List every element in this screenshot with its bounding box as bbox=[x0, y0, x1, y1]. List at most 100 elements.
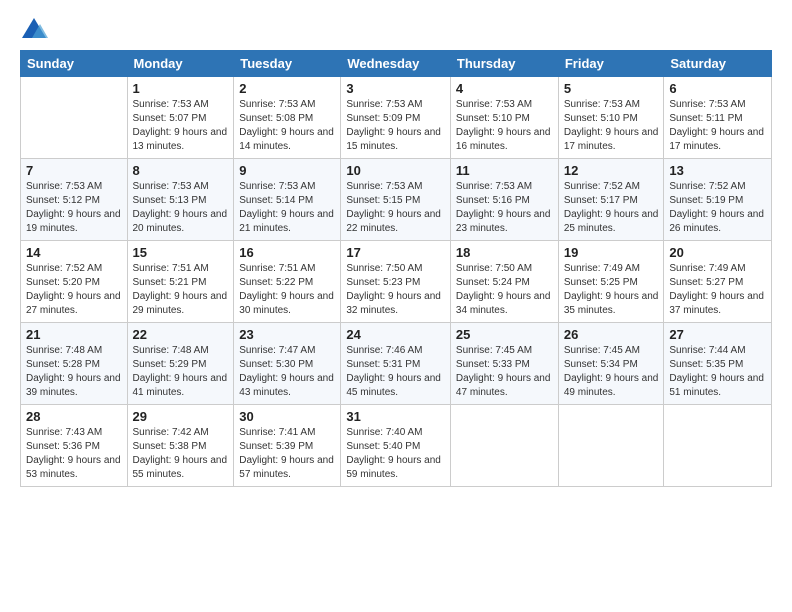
week-row-4: 28 Sunrise: 7:43 AMSunset: 5:36 PMDayligh… bbox=[21, 405, 772, 487]
day-number: 24 bbox=[346, 327, 445, 342]
day-info: Sunrise: 7:46 AMSunset: 5:31 PMDaylight:… bbox=[346, 344, 445, 400]
header-cell-sunday: Sunday bbox=[21, 51, 128, 77]
day-info: Sunrise: 7:43 AMSunset: 5:36 PMDaylight:… bbox=[26, 426, 122, 482]
day-number: 17 bbox=[346, 245, 445, 260]
day-cell: 10Sunrise: 7:53 AMSunset: 5:15 PMDayligh… bbox=[341, 159, 451, 241]
day-number: 25 bbox=[456, 327, 553, 342]
day-number: 28 bbox=[26, 409, 122, 424]
day-cell: 17Sunrise: 7:50 AMSunset: 5:23 PMDayligh… bbox=[341, 241, 451, 323]
day-cell: 20 Sunrise: 7:49 AMSunset: 5:27 PMDayligh… bbox=[664, 241, 772, 323]
day-cell bbox=[21, 77, 128, 159]
day-cell: 16 Sunrise: 7:51 AMSunset: 5:22 PMDayligh… bbox=[234, 241, 341, 323]
header-cell-tuesday: Tuesday bbox=[234, 51, 341, 77]
day-info: Sunrise: 7:53 AMSunset: 5:09 PMDaylight:… bbox=[346, 98, 445, 154]
day-cell: 8 Sunrise: 7:53 AMSunset: 5:13 PMDaylight… bbox=[127, 159, 234, 241]
day-info: Sunrise: 7:53 AMSunset: 5:15 PMDaylight:… bbox=[346, 180, 445, 236]
day-info: Sunrise: 7:53 AMSunset: 5:10 PMDaylight:… bbox=[456, 98, 553, 154]
day-number: 13 bbox=[669, 163, 766, 178]
day-cell: 15 Sunrise: 7:51 AMSunset: 5:21 PMDayligh… bbox=[127, 241, 234, 323]
day-info: Sunrise: 7:50 AMSunset: 5:24 PMDaylight:… bbox=[456, 262, 553, 318]
header-row: SundayMondayTuesdayWednesdayThursdayFrid… bbox=[21, 51, 772, 77]
day-number: 19 bbox=[564, 245, 659, 260]
day-cell: 31Sunrise: 7:40 AMSunset: 5:40 PMDayligh… bbox=[341, 405, 451, 487]
day-info: Sunrise: 7:53 AMSunset: 5:10 PMDaylight:… bbox=[564, 98, 659, 154]
day-info: Sunrise: 7:41 AMSunset: 5:39 PMDaylight:… bbox=[239, 426, 335, 482]
day-cell: 18 Sunrise: 7:50 AMSunset: 5:24 PMDayligh… bbox=[450, 241, 558, 323]
day-number: 3 bbox=[346, 81, 445, 96]
day-number: 2 bbox=[239, 81, 335, 96]
day-number: 30 bbox=[239, 409, 335, 424]
calendar-table: SundayMondayTuesdayWednesdayThursdayFrid… bbox=[20, 50, 772, 487]
day-number: 14 bbox=[26, 245, 122, 260]
day-number: 15 bbox=[133, 245, 229, 260]
day-info: Sunrise: 7:52 AMSunset: 5:20 PMDaylight:… bbox=[26, 262, 122, 318]
day-number: 12 bbox=[564, 163, 659, 178]
logo-icon bbox=[20, 16, 48, 44]
day-cell: 28 Sunrise: 7:43 AMSunset: 5:36 PMDayligh… bbox=[21, 405, 128, 487]
day-cell: 12 Sunrise: 7:52 AMSunset: 5:17 PMDayligh… bbox=[558, 159, 664, 241]
day-info: Sunrise: 7:53 AMSunset: 5:13 PMDaylight:… bbox=[133, 180, 229, 236]
day-info: Sunrise: 7:53 AMSunset: 5:12 PMDaylight:… bbox=[26, 180, 122, 236]
day-number: 4 bbox=[456, 81, 553, 96]
day-info: Sunrise: 7:48 AMSunset: 5:29 PMDaylight:… bbox=[133, 344, 229, 400]
day-cell: 4 Sunrise: 7:53 AMSunset: 5:10 PMDaylight… bbox=[450, 77, 558, 159]
day-info: Sunrise: 7:53 AMSunset: 5:16 PMDaylight:… bbox=[456, 180, 553, 236]
day-info: Sunrise: 7:51 AMSunset: 5:22 PMDaylight:… bbox=[239, 262, 335, 318]
week-row-3: 21Sunrise: 7:48 AMSunset: 5:28 PMDayligh… bbox=[21, 323, 772, 405]
day-info: Sunrise: 7:49 AMSunset: 5:25 PMDaylight:… bbox=[564, 262, 659, 318]
header bbox=[20, 16, 772, 44]
day-cell: 5 Sunrise: 7:53 AMSunset: 5:10 PMDaylight… bbox=[558, 77, 664, 159]
day-cell: 1Sunrise: 7:53 AMSunset: 5:07 PMDaylight… bbox=[127, 77, 234, 159]
day-info: Sunrise: 7:52 AMSunset: 5:19 PMDaylight:… bbox=[669, 180, 766, 236]
day-cell: 6 Sunrise: 7:53 AMSunset: 5:11 PMDaylight… bbox=[664, 77, 772, 159]
day-cell: 25 Sunrise: 7:45 AMSunset: 5:33 PMDayligh… bbox=[450, 323, 558, 405]
day-cell: 23Sunrise: 7:47 AMSunset: 5:30 PMDayligh… bbox=[234, 323, 341, 405]
day-info: Sunrise: 7:49 AMSunset: 5:27 PMDaylight:… bbox=[669, 262, 766, 318]
day-number: 5 bbox=[564, 81, 659, 96]
day-info: Sunrise: 7:42 AMSunset: 5:38 PMDaylight:… bbox=[133, 426, 229, 482]
day-info: Sunrise: 7:53 AMSunset: 5:08 PMDaylight:… bbox=[239, 98, 335, 154]
day-cell bbox=[450, 405, 558, 487]
day-info: Sunrise: 7:44 AMSunset: 5:35 PMDaylight:… bbox=[669, 344, 766, 400]
day-number: 16 bbox=[239, 245, 335, 260]
day-cell bbox=[558, 405, 664, 487]
day-cell: 30 Sunrise: 7:41 AMSunset: 5:39 PMDayligh… bbox=[234, 405, 341, 487]
day-number: 27 bbox=[669, 327, 766, 342]
day-cell: 22 Sunrise: 7:48 AMSunset: 5:29 PMDayligh… bbox=[127, 323, 234, 405]
day-cell: 13 Sunrise: 7:52 AMSunset: 5:19 PMDayligh… bbox=[664, 159, 772, 241]
day-info: Sunrise: 7:45 AMSunset: 5:33 PMDaylight:… bbox=[456, 344, 553, 400]
day-number: 20 bbox=[669, 245, 766, 260]
day-cell: 29 Sunrise: 7:42 AMSunset: 5:38 PMDayligh… bbox=[127, 405, 234, 487]
day-cell: 11Sunrise: 7:53 AMSunset: 5:16 PMDayligh… bbox=[450, 159, 558, 241]
header-cell-wednesday: Wednesday bbox=[341, 51, 451, 77]
week-row-2: 14 Sunrise: 7:52 AMSunset: 5:20 PMDayligh… bbox=[21, 241, 772, 323]
day-cell: 7Sunrise: 7:53 AMSunset: 5:12 PMDaylight… bbox=[21, 159, 128, 241]
day-number: 31 bbox=[346, 409, 445, 424]
header-cell-monday: Monday bbox=[127, 51, 234, 77]
page: SundayMondayTuesdayWednesdayThursdayFrid… bbox=[0, 0, 792, 497]
day-info: Sunrise: 7:48 AMSunset: 5:28 PMDaylight:… bbox=[26, 344, 122, 400]
day-cell: 9 Sunrise: 7:53 AMSunset: 5:14 PMDaylight… bbox=[234, 159, 341, 241]
day-cell: 2 Sunrise: 7:53 AMSunset: 5:08 PMDaylight… bbox=[234, 77, 341, 159]
day-number: 9 bbox=[239, 163, 335, 178]
day-number: 22 bbox=[133, 327, 229, 342]
day-info: Sunrise: 7:45 AMSunset: 5:34 PMDaylight:… bbox=[564, 344, 659, 400]
day-info: Sunrise: 7:51 AMSunset: 5:21 PMDaylight:… bbox=[133, 262, 229, 318]
day-cell: 24 Sunrise: 7:46 AMSunset: 5:31 PMDayligh… bbox=[341, 323, 451, 405]
week-row-1: 7Sunrise: 7:53 AMSunset: 5:12 PMDaylight… bbox=[21, 159, 772, 241]
day-number: 6 bbox=[669, 81, 766, 96]
day-cell: 3 Sunrise: 7:53 AMSunset: 5:09 PMDaylight… bbox=[341, 77, 451, 159]
day-number: 18 bbox=[456, 245, 553, 260]
day-info: Sunrise: 7:53 AMSunset: 5:11 PMDaylight:… bbox=[669, 98, 766, 154]
day-number: 8 bbox=[133, 163, 229, 178]
day-number: 29 bbox=[133, 409, 229, 424]
header-cell-friday: Friday bbox=[558, 51, 664, 77]
day-info: Sunrise: 7:53 AMSunset: 5:14 PMDaylight:… bbox=[239, 180, 335, 236]
day-info: Sunrise: 7:52 AMSunset: 5:17 PMDaylight:… bbox=[564, 180, 659, 236]
day-cell: 14 Sunrise: 7:52 AMSunset: 5:20 PMDayligh… bbox=[21, 241, 128, 323]
day-number: 26 bbox=[564, 327, 659, 342]
day-number: 23 bbox=[239, 327, 335, 342]
day-cell: 27 Sunrise: 7:44 AMSunset: 5:35 PMDayligh… bbox=[664, 323, 772, 405]
day-number: 1 bbox=[133, 81, 229, 96]
day-cell bbox=[664, 405, 772, 487]
